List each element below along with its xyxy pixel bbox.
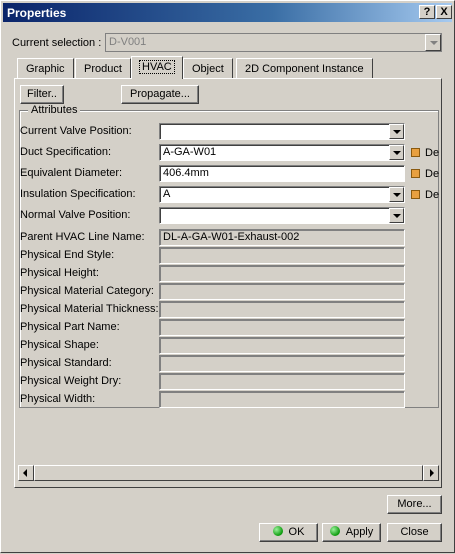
default-flag-label: De (425, 189, 440, 201)
attribute-label: Physical Part Name: (20, 321, 120, 333)
attribute-label: Physical Material Thickness: (20, 303, 159, 315)
attribute-field (159, 265, 405, 282)
attribute-label: Physical Width: (20, 393, 96, 405)
chevron-down-icon (393, 214, 401, 218)
attribute-field (159, 319, 405, 336)
attribute-field (159, 301, 405, 318)
attribute-label: Physical Shape: (20, 339, 99, 351)
default-flag-icon[interactable] (411, 169, 420, 178)
attribute-field (159, 337, 405, 354)
combo-dropdown-button[interactable] (389, 187, 404, 202)
attribute-label: Equivalent Diameter: (20, 167, 123, 179)
attribute-field (159, 247, 405, 264)
scrollbar-thumb[interactable] (34, 465, 423, 481)
chevron-down-icon (393, 151, 401, 155)
arrow-left-icon (23, 469, 27, 477)
attribute-combo[interactable] (159, 207, 405, 224)
properties-dialog: Properties ? X Current selection : D-V00… (0, 0, 455, 553)
attribute-field (159, 355, 405, 372)
attribute-label: Physical Height: (20, 267, 99, 279)
chevron-down-icon (393, 193, 401, 197)
attribute-label: Parent HVAC Line Name: (20, 231, 145, 243)
default-flag-label: De (425, 147, 440, 159)
attribute-combo[interactable] (159, 123, 405, 140)
attribute-field: DL-A-GA-W01-Exhaust-002 (159, 229, 405, 246)
scroll-left-button[interactable] (18, 465, 34, 481)
attribute-label: Physical Material Category: (20, 285, 154, 297)
arrow-right-icon (430, 469, 434, 477)
combo-dropdown-button[interactable] (389, 208, 404, 223)
attribute-label: Physical Standard: (20, 357, 112, 369)
combo-dropdown-button[interactable] (389, 145, 404, 160)
attribute-field[interactable]: 406.4mm (159, 165, 405, 182)
default-flag-icon[interactable] (411, 190, 420, 199)
attribute-field (159, 391, 405, 408)
scroll-right-button[interactable] (423, 465, 439, 481)
default-flag-label: De (425, 168, 440, 180)
attribute-label: Physical Weight Dry: (20, 375, 122, 387)
default-flag-icon[interactable] (411, 148, 420, 157)
combo-dropdown-button[interactable] (389, 124, 404, 139)
attribute-label: Insulation Specification: (20, 188, 136, 200)
chevron-down-icon (393, 130, 401, 134)
attribute-field (159, 283, 405, 300)
attribute-combo[interactable]: A (159, 186, 405, 203)
attribute-label: Current Valve Position: (20, 125, 132, 137)
attribute-field (159, 373, 405, 390)
attribute-label: Normal Valve Position: (20, 209, 131, 221)
attribute-combo[interactable]: A-GA-W01 (159, 144, 405, 161)
attribute-label: Physical End Style: (20, 249, 115, 261)
horizontal-scrollbar[interactable] (18, 465, 439, 481)
attribute-label: Duct Specification: (20, 146, 112, 158)
